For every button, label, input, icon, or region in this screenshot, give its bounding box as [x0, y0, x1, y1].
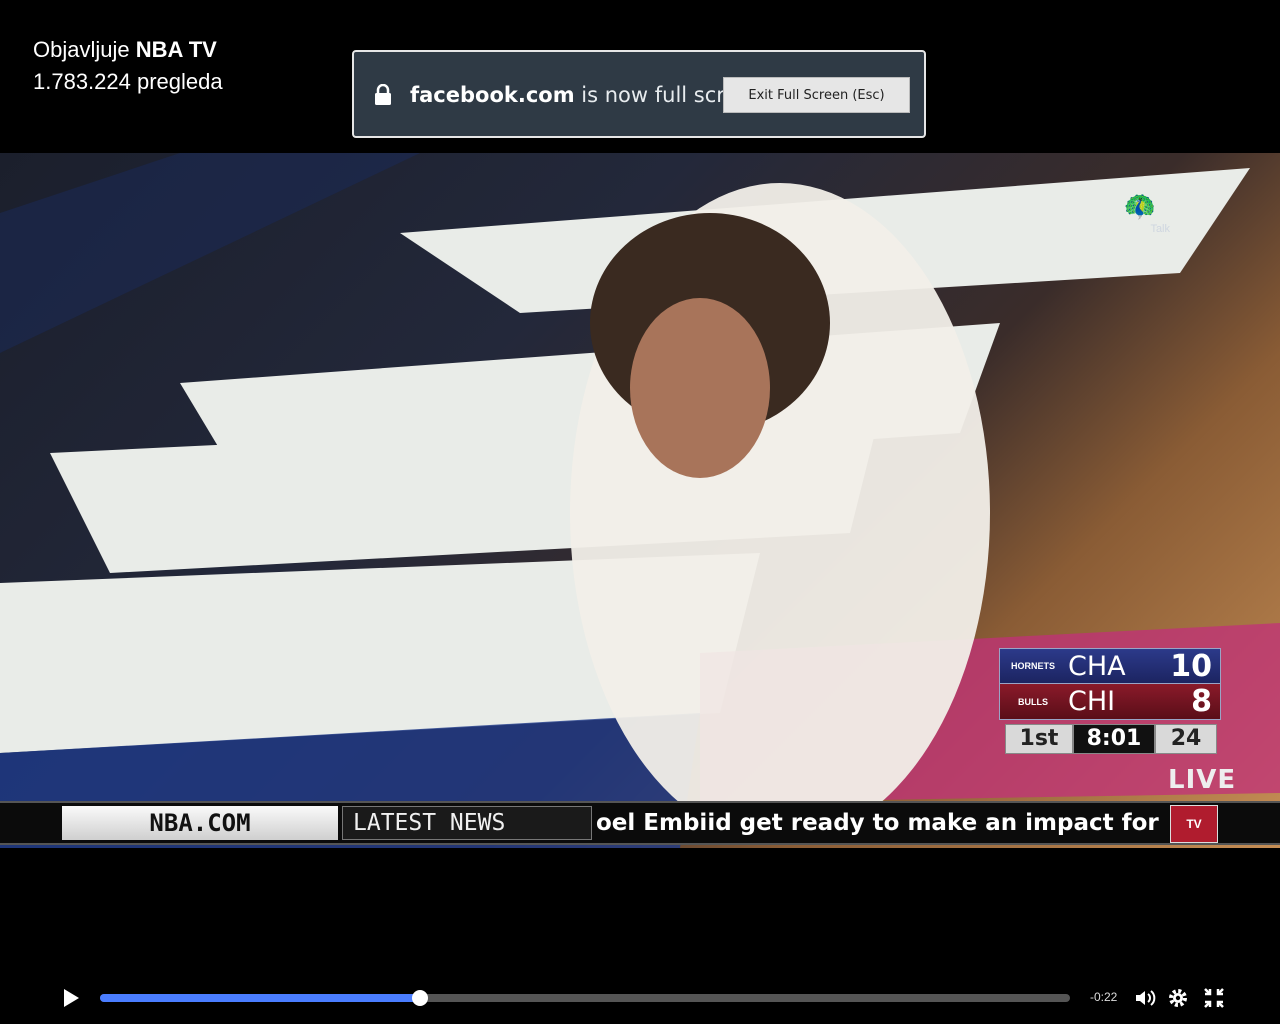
- progress-fill: [100, 994, 421, 1002]
- publisher-name[interactable]: NBA TV: [136, 37, 217, 62]
- ticker-section: LATEST NEWS: [342, 806, 592, 840]
- progress-bar[interactable]: [100, 990, 1070, 1006]
- game-clock: 1st 8:01 24: [1005, 724, 1221, 754]
- network-caption: Talk: [1150, 223, 1170, 235]
- exit-fullscreen-button[interactable]: Exit Full Screen (Esc): [723, 77, 910, 113]
- publisher-line: Objavljuje NBA TV: [33, 34, 223, 66]
- fullscreen-domain: facebook.com: [410, 83, 575, 107]
- team-abbr: CHI: [1068, 686, 1116, 717]
- nbatv-logo-icon: TV: [1170, 805, 1218, 843]
- live-label: LIVE: [1168, 765, 1237, 795]
- hornets-logo-icon: HORNETS: [1010, 661, 1055, 671]
- peacock-icon: 🦚: [1123, 191, 1157, 221]
- play-icon[interactable]: [62, 988, 80, 1008]
- settings-icon[interactable]: [1166, 986, 1190, 1010]
- fullscreen-notice: facebook.com is now full screen Exit Ful…: [352, 50, 926, 138]
- publisher-info: Objavljuje NBA TV 1.783.224 pregleda: [33, 34, 223, 98]
- volume-icon[interactable]: [1133, 986, 1157, 1010]
- team-score: 10: [1170, 648, 1212, 684]
- team-score: 8: [1191, 684, 1212, 719]
- lock-icon: [375, 84, 391, 105]
- player-controls: -0:22: [0, 980, 1280, 1016]
- scoreboard: HORNETS CHA 10 BULLS CHI 8 1st 8:01 24: [999, 648, 1221, 754]
- fullscreen-message: facebook.com is now full screen: [410, 83, 764, 107]
- news-ticker: NBA.COM LATEST NEWS oel Embiid get ready…: [0, 801, 1280, 845]
- team-row-chi: BULLS CHI 8: [999, 684, 1221, 720]
- video-frame[interactable]: 🦚 Talk HORNETS CHA 10 BULLS CHI 8 1st 8:…: [0, 153, 1280, 848]
- bulls-logo-icon: BULLS: [1018, 696, 1048, 707]
- team-abbr: CHA: [1068, 650, 1126, 682]
- ticker-brand: NBA.COM: [62, 806, 338, 840]
- team-row-cha: HORNETS CHA 10: [999, 648, 1221, 684]
- exit-fullscreen-icon[interactable]: [1202, 986, 1226, 1010]
- publisher-prefix: Objavljuje: [33, 37, 130, 62]
- time-remaining: -0:22: [1090, 990, 1118, 1004]
- clock-time: 8:01: [1073, 724, 1155, 754]
- shot-clock: 24: [1155, 724, 1217, 754]
- period: 1st: [1005, 724, 1073, 754]
- network-logo: 🦚 Talk: [1110, 193, 1170, 263]
- view-count: 1.783.224 pregleda: [33, 69, 223, 94]
- ticker-headline: oel Embiid get ready to make an impact f…: [596, 810, 1166, 836]
- progress-handle[interactable]: [412, 990, 429, 1006]
